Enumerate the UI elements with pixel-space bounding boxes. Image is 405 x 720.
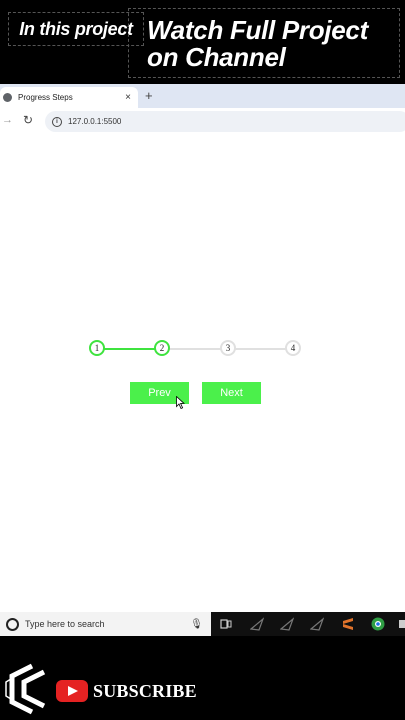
browser-toolbar: → ↻ i 127.0.0.1:5500: [0, 108, 405, 137]
step-circle-3: 3: [220, 340, 236, 356]
taskbar-search-placeholder: Type here to search: [25, 619, 105, 629]
search-icon: [6, 617, 19, 631]
next-button[interactable]: Next: [202, 382, 261, 404]
top-banner: In this project Watch Full Project on Ch…: [0, 0, 405, 84]
forward-icon[interactable]: →: [2, 114, 13, 126]
tab-strip: Progress Steps × +: [0, 84, 405, 108]
channel-logo-icon: [5, 663, 46, 715]
address-bar[interactable]: i 127.0.0.1:5500: [45, 111, 405, 132]
pinned-app-icon[interactable]: [310, 617, 324, 631]
reload-icon[interactable]: ↻: [23, 113, 33, 127]
step-circle-1: 1: [89, 340, 105, 356]
pinned-app-icon[interactable]: [250, 617, 264, 631]
tab-title: Progress Steps: [18, 93, 73, 102]
task-view-icon[interactable]: [219, 617, 233, 631]
youtube-icon: [56, 680, 88, 702]
project-tag: In this project: [8, 12, 144, 46]
info-icon[interactable]: i: [52, 116, 62, 127]
new-tab-icon[interactable]: +: [145, 88, 153, 103]
close-icon[interactable]: ×: [125, 92, 131, 103]
channel-tag-line2: on Channel: [147, 42, 286, 72]
page-viewport: 1 2 3 4 Prev Next: [0, 136, 405, 612]
mouse-cursor-icon: [176, 396, 185, 409]
microphone-icon[interactable]: 🎙: [190, 619, 203, 630]
channel-tag: Watch Full Project on Channel: [128, 8, 400, 78]
subscribe-label[interactable]: SUBSCRIBE: [93, 681, 197, 702]
progress-fill: [97, 348, 163, 350]
browser-window: Progress Steps × + → ↻ i 127.0.0.1:5500 …: [0, 84, 405, 612]
taskbar-search[interactable]: Type here to search 🎙: [0, 612, 211, 636]
channel-branding: SUBSCRIBE: [0, 636, 405, 720]
chrome-icon[interactable]: [371, 617, 385, 631]
step-circle-2: 2: [154, 340, 170, 356]
taskbar: Type here to search 🎙: [0, 612, 405, 636]
step-circle-4: 4: [285, 340, 301, 356]
channel-tag-line1: Watch Full Project: [147, 15, 368, 45]
sublime-text-icon[interactable]: [341, 617, 355, 631]
url-text: 127.0.0.1:5500: [68, 117, 122, 126]
app-icon[interactable]: [398, 617, 405, 631]
pinned-app-icon[interactable]: [280, 617, 294, 631]
tab-progress-steps[interactable]: Progress Steps ×: [0, 87, 138, 108]
globe-icon: [3, 93, 12, 102]
